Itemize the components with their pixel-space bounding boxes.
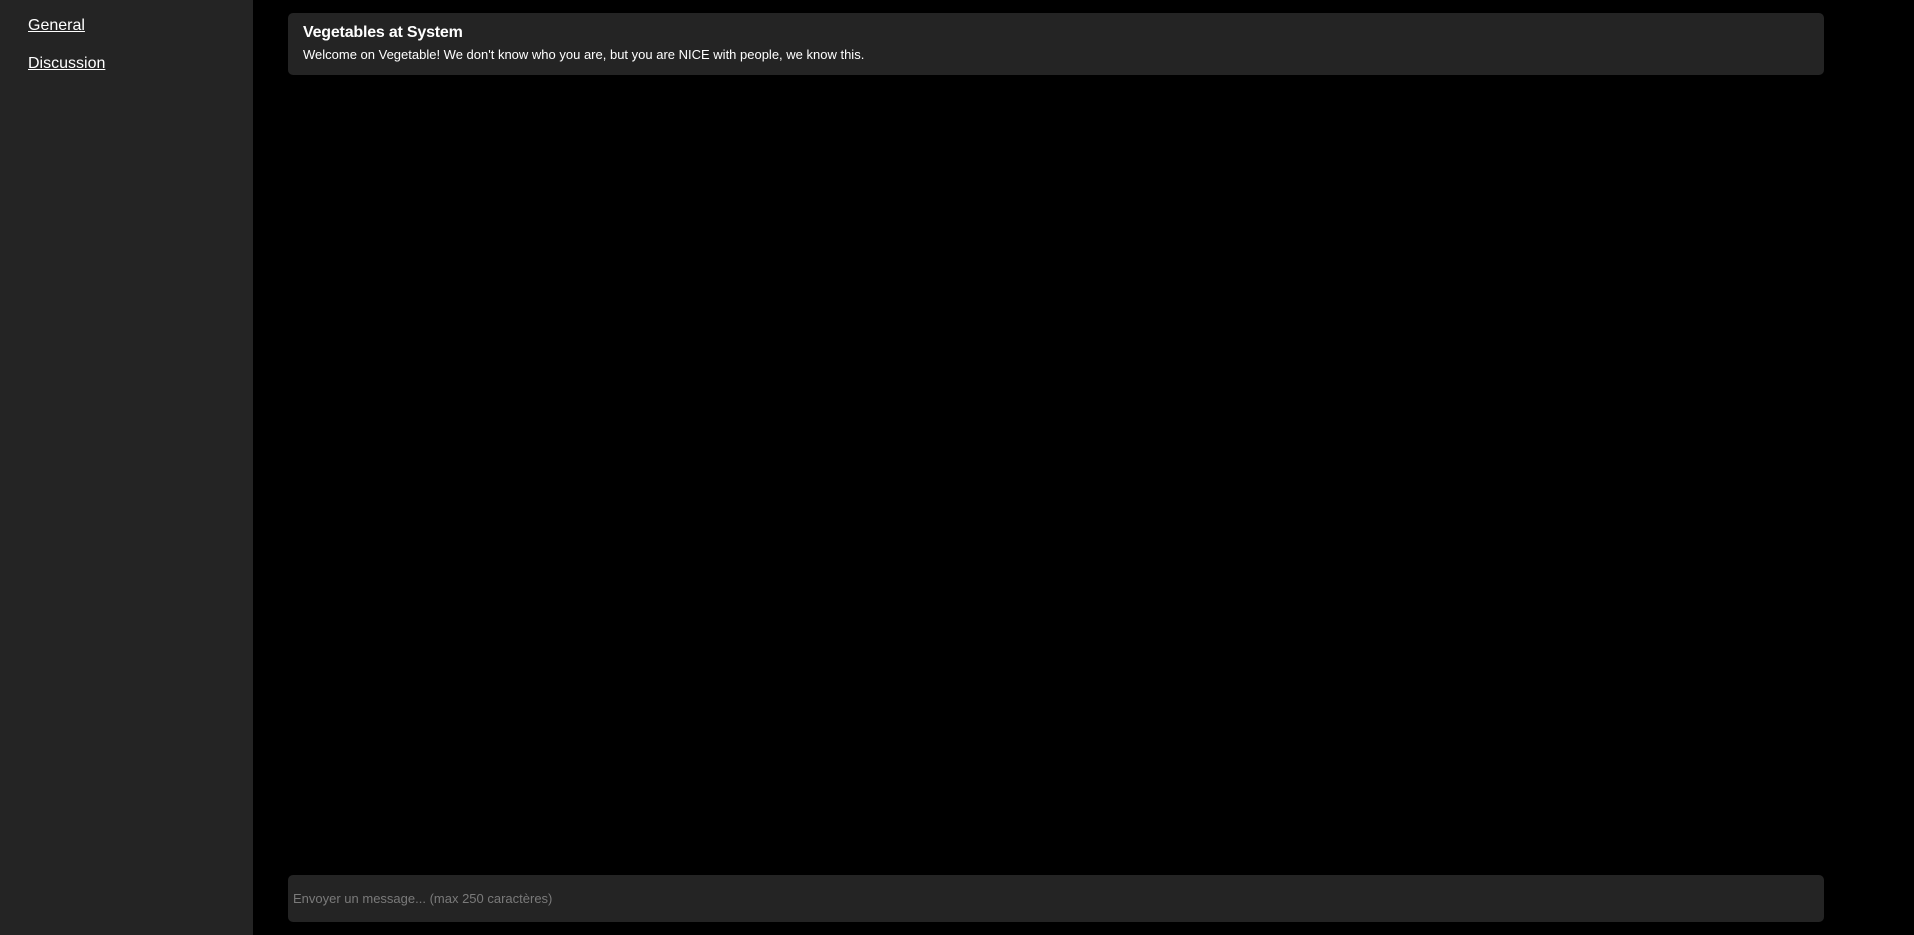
message-text: Welcome on Vegetable! We don't know who … bbox=[303, 47, 865, 62]
channel-link-discussion[interactable]: Discussion bbox=[28, 54, 253, 74]
chat-app: General Discussion Vegetables at System … bbox=[0, 0, 1914, 935]
channel-link-general[interactable]: General bbox=[28, 16, 253, 36]
message-input[interactable] bbox=[288, 875, 1824, 922]
channel-sidebar: General Discussion bbox=[0, 0, 253, 935]
chat-main: Vegetables at System Welcome on Vegetabl… bbox=[253, 0, 1914, 935]
message-author: Vegetables at System bbox=[303, 24, 463, 41]
message-card: Vegetables at System Welcome on Vegetabl… bbox=[288, 13, 1824, 75]
message-composer bbox=[288, 875, 1824, 922]
